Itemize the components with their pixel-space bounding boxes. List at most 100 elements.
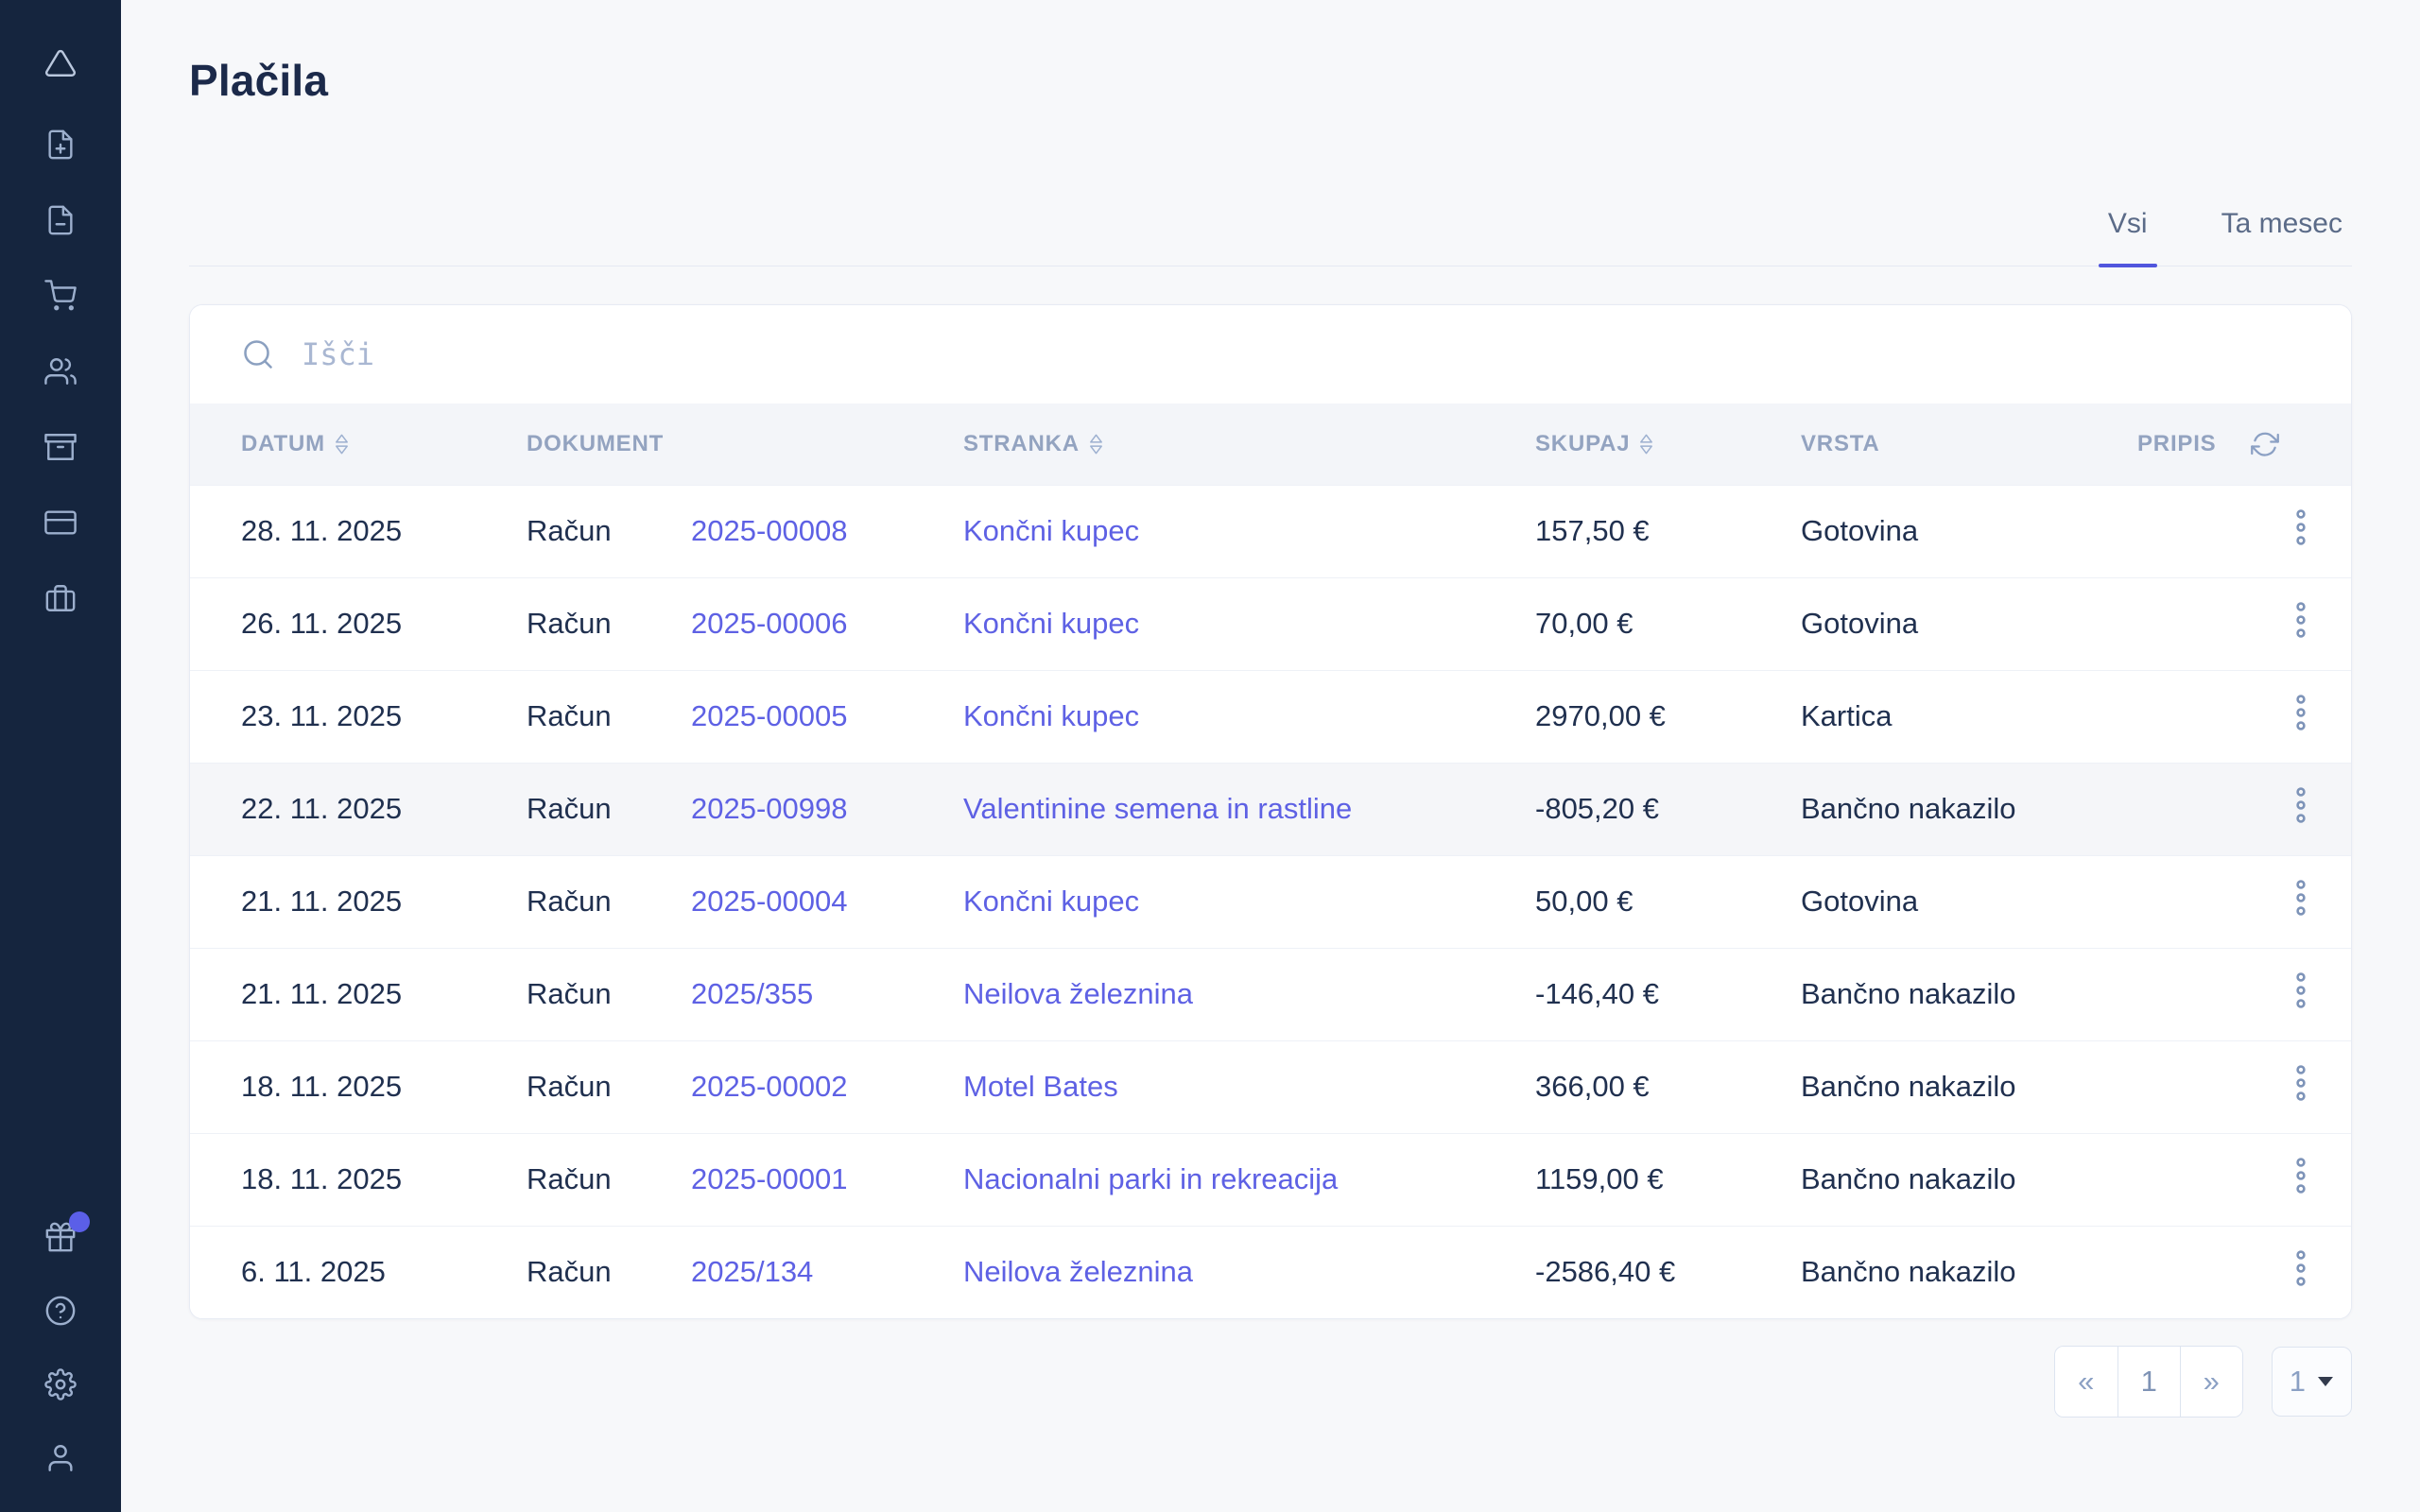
row-menu-icon[interactable] bbox=[2293, 1248, 2308, 1288]
document-link[interactable]: 2025-00002 bbox=[691, 1070, 848, 1103]
document-link[interactable]: 2025/355 bbox=[691, 977, 813, 1010]
per-page-dropdown[interactable]: 1 bbox=[2272, 1347, 2352, 1417]
document-minus-icon[interactable] bbox=[44, 204, 77, 236]
tab-ta-mesec[interactable]: Ta mesec bbox=[2212, 208, 2352, 266]
document-link[interactable]: 2025-00001 bbox=[691, 1162, 848, 1195]
cell-pripis bbox=[2137, 577, 2251, 670]
cell-pripis bbox=[2137, 1226, 2251, 1318]
cell-actions bbox=[2251, 485, 2351, 577]
stranka-link[interactable]: Neilova železnina bbox=[963, 977, 1193, 1010]
pagination-page-button[interactable]: 1 bbox=[2118, 1347, 2180, 1417]
cell-datum: 26. 11. 2025 bbox=[190, 577, 527, 670]
tabs-row: Vsi Ta mesec bbox=[189, 208, 2352, 266]
cell-actions bbox=[2251, 763, 2351, 855]
cell-dokument-tip: Račun bbox=[527, 763, 691, 855]
column-header-datum[interactable]: DATUM bbox=[190, 404, 527, 485]
column-header-skupaj[interactable]: SKUPAJ bbox=[1535, 404, 1801, 485]
credit-card-icon[interactable] bbox=[44, 507, 77, 539]
row-menu-icon[interactable] bbox=[2293, 600, 2308, 640]
document-link[interactable]: 2025-00004 bbox=[691, 885, 848, 918]
cell-stranka: Končni kupec bbox=[963, 855, 1535, 948]
cell-actions bbox=[2251, 1133, 2351, 1226]
row-menu-icon[interactable] bbox=[2293, 1156, 2308, 1195]
search-icon bbox=[241, 337, 275, 371]
sidebar-bottom-group bbox=[44, 1221, 77, 1474]
stranka-link[interactable]: Neilova železnina bbox=[963, 1255, 1193, 1288]
document-link[interactable]: 2025-00998 bbox=[691, 792, 848, 825]
stranka-link[interactable]: Končni kupec bbox=[963, 699, 1139, 732]
pagination-first-button[interactable]: « bbox=[2055, 1347, 2118, 1417]
payments-table: DATUM DOKUMENT STRANKA SKUPAJ bbox=[190, 404, 2351, 1318]
row-menu-icon[interactable] bbox=[2293, 878, 2308, 918]
stranka-link[interactable]: Nacionalni parki in rekreacija bbox=[963, 1162, 1338, 1195]
stranka-link[interactable]: Motel Bates bbox=[963, 1070, 1118, 1103]
cart-icon[interactable] bbox=[44, 280, 77, 312]
row-menu-icon[interactable] bbox=[2293, 693, 2308, 732]
sort-icon[interactable] bbox=[1089, 433, 1103, 455]
table-row: 6. 11. 2025 Račun 2025/134 Neilova želez… bbox=[190, 1226, 2351, 1318]
cell-vrsta: Bančno nakazilo bbox=[1801, 948, 2137, 1040]
logo-triangle-icon[interactable] bbox=[44, 47, 77, 79]
table-row: 18. 11. 2025 Račun 2025-00001 Nacionalni… bbox=[190, 1133, 2351, 1226]
tab-vsi[interactable]: Vsi bbox=[2099, 208, 2157, 266]
refresh-icon[interactable] bbox=[2251, 430, 2351, 458]
cell-datum: 22. 11. 2025 bbox=[190, 763, 527, 855]
document-link[interactable]: 2025-00005 bbox=[691, 699, 848, 732]
table-header: DATUM DOKUMENT STRANKA SKUPAJ bbox=[190, 404, 2351, 485]
sort-icon[interactable] bbox=[1639, 433, 1653, 455]
table-row: 22. 11. 2025 Račun 2025-00998 Valentinin… bbox=[190, 763, 2351, 855]
stranka-link[interactable]: Končni kupec bbox=[963, 607, 1139, 640]
cell-datum: 23. 11. 2025 bbox=[190, 670, 527, 763]
stranka-link[interactable]: Končni kupec bbox=[963, 514, 1139, 547]
cell-stranka: Končni kupec bbox=[963, 670, 1535, 763]
cell-vrsta: Bančno nakazilo bbox=[1801, 1133, 2137, 1226]
briefcase-icon[interactable] bbox=[44, 582, 77, 614]
cell-dokument-tip: Račun bbox=[527, 670, 691, 763]
cell-stranka: Neilova železnina bbox=[963, 948, 1535, 1040]
cell-datum: 21. 11. 2025 bbox=[190, 948, 527, 1040]
document-link[interactable]: 2025-00008 bbox=[691, 514, 848, 547]
pagination: « 1 » 1 bbox=[189, 1346, 2352, 1418]
row-menu-icon[interactable] bbox=[2293, 507, 2308, 547]
cell-dokument-stevilka: 2025-00998 bbox=[691, 763, 963, 855]
main-content: Plačila Vsi Ta mesec DATUM bbox=[189, 0, 2352, 1418]
document-link[interactable]: 2025/134 bbox=[691, 1255, 813, 1288]
cell-skupaj: 2970,00 € bbox=[1535, 670, 1801, 763]
row-menu-icon[interactable] bbox=[2293, 1063, 2308, 1103]
cell-pripis bbox=[2137, 855, 2251, 948]
stranka-link[interactable]: Valentinine semena in rastline bbox=[963, 792, 1352, 825]
cell-datum: 6. 11. 2025 bbox=[190, 1226, 527, 1318]
cell-datum: 28. 11. 2025 bbox=[190, 485, 527, 577]
column-header-stranka[interactable]: STRANKA bbox=[963, 404, 1535, 485]
cell-dokument-tip: Račun bbox=[527, 1040, 691, 1133]
cell-vrsta: Gotovina bbox=[1801, 485, 2137, 577]
cell-actions bbox=[2251, 948, 2351, 1040]
account-icon[interactable] bbox=[44, 1442, 77, 1474]
table-row: 21. 11. 2025 Račun 2025/355 Neilova žele… bbox=[190, 948, 2351, 1040]
help-icon[interactable] bbox=[44, 1295, 77, 1327]
cell-datum: 21. 11. 2025 bbox=[190, 855, 527, 948]
page-title: Plačila bbox=[189, 55, 2352, 106]
contacts-icon[interactable] bbox=[44, 355, 77, 387]
pagination-next-button[interactable]: » bbox=[2180, 1347, 2242, 1417]
stranka-link[interactable]: Končni kupec bbox=[963, 885, 1139, 918]
cell-dokument-stevilka: 2025/355 bbox=[691, 948, 963, 1040]
gift-icon[interactable] bbox=[44, 1221, 77, 1253]
table-row: 21. 11. 2025 Račun 2025-00004 Končni kup… bbox=[190, 855, 2351, 948]
table-row: 28. 11. 2025 Račun 2025-00008 Končni kup… bbox=[190, 485, 2351, 577]
settings-icon[interactable] bbox=[44, 1368, 77, 1400]
document-add-icon[interactable] bbox=[44, 129, 77, 161]
sort-icon[interactable] bbox=[335, 433, 349, 455]
row-menu-icon[interactable] bbox=[2293, 785, 2308, 825]
cell-dokument-stevilka: 2025-00001 bbox=[691, 1133, 963, 1226]
cell-vrsta: Bančno nakazilo bbox=[1801, 763, 2137, 855]
row-menu-icon[interactable] bbox=[2293, 971, 2308, 1010]
column-header-vrsta: VRSTA bbox=[1801, 404, 2137, 485]
search-input[interactable] bbox=[302, 326, 2351, 383]
column-header-dokument: DOKUMENT bbox=[527, 404, 963, 485]
cell-stranka: Končni kupec bbox=[963, 577, 1535, 670]
cell-dokument-stevilka: 2025-00005 bbox=[691, 670, 963, 763]
archive-icon[interactable] bbox=[44, 431, 77, 463]
document-link[interactable]: 2025-00006 bbox=[691, 607, 848, 640]
column-header-actions bbox=[2251, 404, 2351, 485]
